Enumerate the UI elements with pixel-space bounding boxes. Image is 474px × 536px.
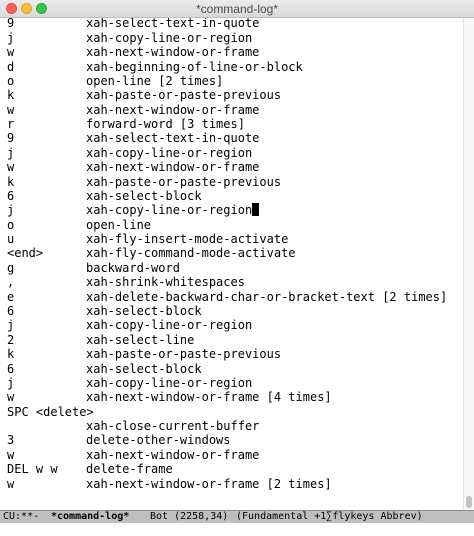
log-command: backward-word [86, 260, 180, 275]
log-key: w [7, 447, 15, 462]
log-key: j [7, 318, 15, 333]
vertical-scrollbar[interactable] [463, 18, 474, 510]
scrollbar-thumb[interactable] [466, 496, 472, 508]
log-command: xah-next-window-or-frame [2 times] [86, 476, 332, 491]
log-key: k [7, 88, 15, 103]
log-command: open-line [86, 217, 152, 232]
log-key: d [7, 59, 15, 74]
log-key: 6 [7, 188, 15, 203]
log-key: 9 [7, 131, 15, 146]
log-command: xah-paste-or-paste-previous [86, 347, 282, 362]
log-command: xah-select-text-in-quote [86, 16, 260, 31]
log-command: xah-select-line [86, 332, 195, 347]
log-command: xah-copy-line-or-region [86, 375, 253, 390]
log-key: k [7, 174, 15, 189]
log-command: xah-next-window-or-frame [86, 447, 260, 462]
log-key: r [7, 117, 15, 132]
log-command: xah-delete-backward-char-or-bracket-text… [86, 289, 448, 304]
log-key: 6 [7, 303, 15, 318]
mode-list[interactable]: (Fundamental +1∑flykeys Abbrev) [236, 511, 423, 523]
log-key: j [7, 30, 15, 45]
log-command: xah-copy-line-or-region [86, 318, 253, 333]
log-key: o [7, 73, 15, 88]
log-command: xah-next-window-or-frame [86, 102, 260, 117]
log-command: xah-paste-or-paste-previous [86, 174, 282, 189]
log-command: xah-next-window-or-frame [4 times] [86, 390, 332, 405]
log-command: xah-fly-command-mode-activate [86, 246, 296, 261]
log-command: xah-beginning-of-line-or-block [86, 59, 303, 74]
log-key: j [7, 203, 15, 218]
log-command: xah-fly-insert-mode-activate [86, 232, 289, 247]
log-key: w [7, 45, 15, 60]
log-key: w [7, 390, 15, 405]
cursor-position: Bot (2258,34) [150, 511, 229, 522]
log-key: g [7, 260, 15, 275]
log-key: o [7, 217, 15, 232]
log-key: j [7, 145, 15, 160]
log-command: xah-select-block [86, 361, 202, 376]
log-key: DEL w w [7, 462, 58, 477]
log-key: j [7, 375, 15, 390]
window-title: *command-log* [195, 2, 279, 16]
log-command: xah-paste-or-paste-previous [86, 88, 282, 103]
log-key: 6 [7, 361, 15, 376]
log-key: <end> [7, 246, 44, 261]
log-key: 2 [7, 332, 15, 347]
log-command: xah-next-window-or-frame [86, 160, 260, 175]
log-key: k [7, 347, 15, 362]
log-key: w [7, 476, 15, 491]
log-key: , [7, 275, 15, 290]
mode-line: CU:**- *command-log* Bot (2258,34) (Fund… [0, 510, 474, 523]
log-command: xah-next-window-or-frame [86, 45, 260, 60]
text-cursor [252, 203, 260, 217]
log-command: xah-select-text-in-quote [86, 131, 260, 146]
command-log-buffer[interactable]: 9xah-forward-right-bracket9xah-select-te… [0, 0, 463, 510]
buffer-name[interactable]: *command-log* [51, 511, 129, 523]
log-key: 3 [7, 433, 15, 448]
buffer-status: CU:**- [3, 511, 40, 522]
log-key: w [7, 102, 15, 117]
log-command: forward-word [3 times] [86, 117, 245, 132]
minibuffer[interactable] [0, 523, 474, 536]
log-command: xah-copy-line-or-region [86, 145, 253, 160]
log-command: xah-copy-line-or-region [86, 203, 260, 217]
log-command: xah-select-block [86, 303, 202, 318]
log-command: xah-shrink-whitespaces [86, 275, 245, 290]
log-command: delete-frame [86, 462, 173, 477]
title-bar[interactable]: *command-log* [0, 0, 474, 18]
log-key: SPC <delete> [7, 404, 94, 419]
log-key: 9 [7, 16, 15, 31]
log-command: xah-select-block [86, 188, 202, 203]
log-key: w [7, 160, 15, 175]
emacs-frame: 9xah-forward-right-bracket9xah-select-te… [0, 0, 474, 536]
log-command: xah-close-current-buffer [86, 419, 260, 434]
log-command: open-line [2 times] [86, 73, 224, 88]
log-command: xah-copy-line-or-region [86, 30, 253, 45]
log-key: u [7, 232, 15, 247]
log-command: delete-other-windows [86, 433, 231, 448]
log-key: e [7, 289, 15, 304]
